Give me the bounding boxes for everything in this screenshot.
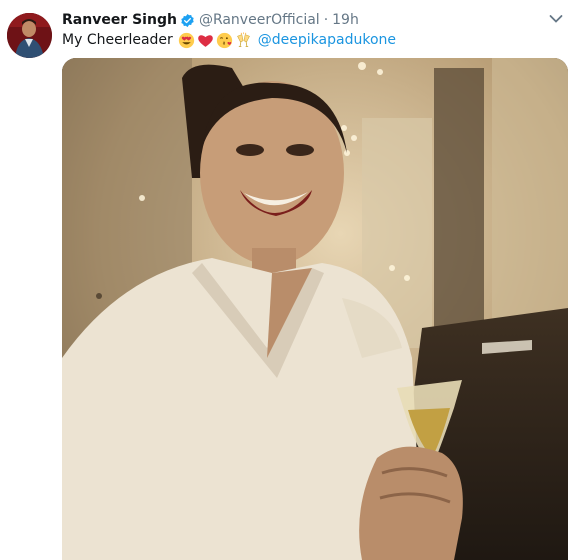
tweet-timestamp[interactable]: 19h	[332, 12, 359, 28]
more-options-chevron-down-icon[interactable]	[548, 11, 564, 27]
avatar-image	[7, 13, 52, 58]
author-name[interactable]: Ranveer Singh	[62, 12, 177, 28]
heart-eyes-emoji-icon	[178, 32, 194, 48]
author-handle[interactable]: @RanveerOfficial	[199, 12, 320, 28]
tweet-media-photo[interactable]	[62, 58, 568, 560]
mention-link[interactable]: @deepikapadukone	[258, 32, 396, 48]
separator-dot: ·	[323, 12, 329, 28]
tweet-body: My Cheerleader	[62, 32, 173, 48]
tweet-text: My Cheerleader @deepikapadukone	[62, 30, 396, 50]
clinking-glasses-emoji-icon	[236, 31, 250, 47]
tweet-header: Ranveer Singh @RanveerOfficial · 19h	[62, 10, 359, 30]
tweet[interactable]: Ranveer Singh @RanveerOfficial · 19h My …	[0, 0, 572, 560]
red-heart-emoji-icon	[198, 34, 213, 47]
avatar[interactable]	[7, 13, 52, 58]
photo-image	[62, 58, 568, 560]
kissing-heart-emoji-icon	[216, 32, 232, 48]
verified-badge-icon	[181, 13, 194, 27]
